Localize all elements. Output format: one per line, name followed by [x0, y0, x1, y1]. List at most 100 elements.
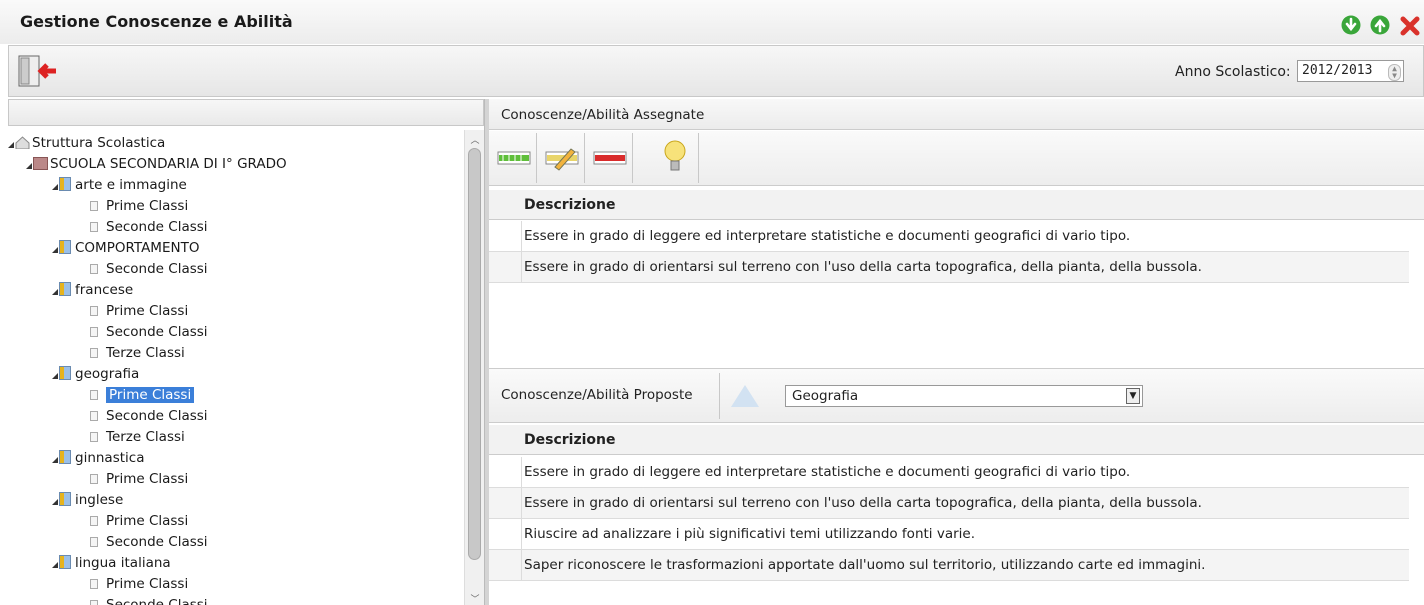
tree-class-item[interactable]: Prime Classi: [90, 469, 188, 489]
triangle-up-icon[interactable]: [727, 379, 763, 417]
assigned-header: Conoscenze/Abilità Assegnate: [489, 99, 1424, 130]
page-icon: [90, 264, 98, 274]
expand-triangle-icon[interactable]: [52, 184, 58, 190]
tree-node-label[interactable]: Prime Classi: [106, 303, 188, 319]
tree-class-item[interactable]: Terze Classi: [90, 427, 185, 447]
tree-node-label[interactable]: francese: [75, 282, 133, 298]
tree-node-label[interactable]: lingua italiana: [75, 555, 171, 571]
page-icon: [90, 600, 98, 605]
tree-node-label[interactable]: Prime Classi: [106, 387, 195, 403]
tree-class-item[interactable]: Prime Classi: [90, 196, 188, 216]
lightbulb-icon[interactable]: [653, 133, 699, 183]
tree-subject[interactable]: lingua italiana: [52, 553, 171, 573]
delete-row-icon[interactable]: [587, 133, 633, 183]
tree-class-item[interactable]: Seconde Classi: [90, 406, 208, 426]
download-icon[interactable]: [1341, 15, 1361, 35]
proposed-title: Conoscenze/Abilità Proposte: [501, 387, 693, 403]
tree-subject[interactable]: geografia: [52, 364, 139, 384]
scroll-down-icon[interactable]: ﹀: [469, 592, 481, 605]
page-icon: [90, 474, 98, 484]
tree-class-item[interactable]: Seconde Classi: [90, 217, 208, 237]
tree-school[interactable]: SCUOLA SECONDARIA DI I° GRADO: [26, 154, 287, 174]
tree-node-label[interactable]: geografia: [75, 366, 139, 382]
table-row[interactable]: Essere in grado di leggere ed interpreta…: [489, 457, 1409, 488]
chevron-down-icon[interactable]: ▼: [1126, 388, 1140, 404]
tree-node-label[interactable]: Terze Classi: [106, 429, 185, 445]
exit-door-icon[interactable]: [16, 54, 64, 88]
page-icon: [90, 432, 98, 442]
scrollbar-thumb[interactable]: [468, 148, 481, 560]
tree-node-label[interactable]: Struttura Scolastica: [32, 135, 165, 151]
subject-book-icon: [59, 240, 71, 254]
scroll-up-icon[interactable]: ︿: [469, 133, 481, 146]
tree-subject[interactable]: ginnastica: [52, 448, 144, 468]
tree-node-label[interactable]: Prime Classi: [106, 198, 188, 214]
tree-node-label[interactable]: Seconde Classi: [106, 597, 208, 605]
tree-node-label[interactable]: Seconde Classi: [106, 219, 208, 235]
tree-node-label[interactable]: inglese: [75, 492, 123, 508]
spinner-icon[interactable]: ▲ ▼: [1388, 64, 1401, 81]
tree-node-label[interactable]: Prime Classi: [106, 576, 188, 592]
upload-icon[interactable]: [1370, 15, 1390, 35]
assigned-column-descrizione[interactable]: Descrizione: [524, 197, 615, 213]
subject-book-icon: [59, 366, 71, 380]
school-structure-tree: Struttura Scolastica SCUOLA SECONDARIA DI…: [8, 130, 464, 605]
tree-node-label[interactable]: Terze Classi: [106, 345, 185, 361]
tree-root[interactable]: Struttura Scolastica: [8, 133, 165, 153]
expand-triangle-icon[interactable]: [52, 247, 58, 253]
tree-scrollbar[interactable]: ︿ ﹀: [464, 130, 484, 605]
subject-book-icon: [59, 177, 71, 191]
tree-node-label[interactable]: Seconde Classi: [106, 408, 208, 424]
expand-triangle-icon[interactable]: [8, 142, 14, 148]
page-icon: [90, 348, 98, 358]
tree-subject[interactable]: francese: [52, 280, 133, 300]
tree-node-label[interactable]: Prime Classi: [106, 471, 188, 487]
expand-triangle-icon[interactable]: [52, 457, 58, 463]
expand-triangle-icon[interactable]: [26, 163, 32, 169]
tree-class-item[interactable]: Seconde Classi: [90, 259, 208, 279]
subject-book-icon: [59, 282, 71, 296]
tree-node-label[interactable]: Seconde Classi: [106, 324, 208, 340]
tree-class-item[interactable]: Seconde Classi: [90, 595, 208, 605]
close-icon[interactable]: [1399, 15, 1420, 36]
tree-node-label[interactable]: Prime Classi: [106, 513, 188, 529]
tree-subject[interactable]: arte e immagine: [52, 175, 187, 195]
page-icon: [90, 537, 98, 547]
tree-node-label[interactable]: arte e immagine: [75, 177, 187, 193]
tree-class-item[interactable]: Prime Classi: [90, 385, 195, 405]
page-icon: [90, 516, 98, 526]
expand-triangle-icon[interactable]: [52, 562, 58, 568]
tree-class-item[interactable]: Prime Classi: [90, 301, 188, 321]
expand-triangle-icon[interactable]: [52, 373, 58, 379]
subject-select[interactable]: Geografia ▼: [785, 385, 1143, 407]
edit-row-icon[interactable]: [539, 133, 585, 183]
anno-scolastico-field[interactable]: 2012/2013 ▲ ▼: [1297, 60, 1404, 82]
tree-class-item[interactable]: Seconde Classi: [90, 322, 208, 342]
tree-node-label[interactable]: Seconde Classi: [106, 534, 208, 550]
proposed-column-descrizione[interactable]: Descrizione: [524, 432, 615, 448]
expand-triangle-icon[interactable]: [52, 499, 58, 505]
page-icon: [90, 222, 98, 232]
main-toolbar: Anno Scolastico: 2012/2013 ▲ ▼: [8, 45, 1424, 97]
tree-node-label[interactable]: COMPORTAMENTO: [75, 240, 199, 256]
table-row[interactable]: Essere in grado di orientarsi sul terren…: [489, 488, 1409, 519]
tree-node-label[interactable]: ginnastica: [75, 450, 144, 466]
assigned-grid-header: Descrizione: [489, 190, 1424, 220]
tree-class-item[interactable]: Terze Classi: [90, 343, 185, 363]
page-icon: [90, 306, 98, 316]
expand-triangle-icon[interactable]: [52, 289, 58, 295]
table-row[interactable]: Essere in grado di leggere ed interpreta…: [489, 221, 1409, 252]
table-row[interactable]: Saper riconoscere le trasformazioni appo…: [489, 550, 1409, 581]
tree-class-item[interactable]: Prime Classi: [90, 511, 188, 531]
tree-node-label[interactable]: Seconde Classi: [106, 261, 208, 277]
subject-book-icon: [59, 555, 71, 569]
tree-subject[interactable]: inglese: [52, 490, 123, 510]
table-row[interactable]: Riuscire ad analizzare i più significati…: [489, 519, 1409, 550]
tree-class-item[interactable]: Seconde Classi: [90, 532, 208, 552]
add-row-icon[interactable]: [491, 133, 537, 183]
tree-subject[interactable]: COMPORTAMENTO: [52, 238, 199, 258]
table-row[interactable]: Essere in grado di orientarsi sul terren…: [489, 252, 1409, 283]
tree-class-item[interactable]: Prime Classi: [90, 574, 188, 594]
tree-node-label[interactable]: SCUOLA SECONDARIA DI I° GRADO: [50, 156, 287, 172]
page-icon: [90, 411, 98, 421]
